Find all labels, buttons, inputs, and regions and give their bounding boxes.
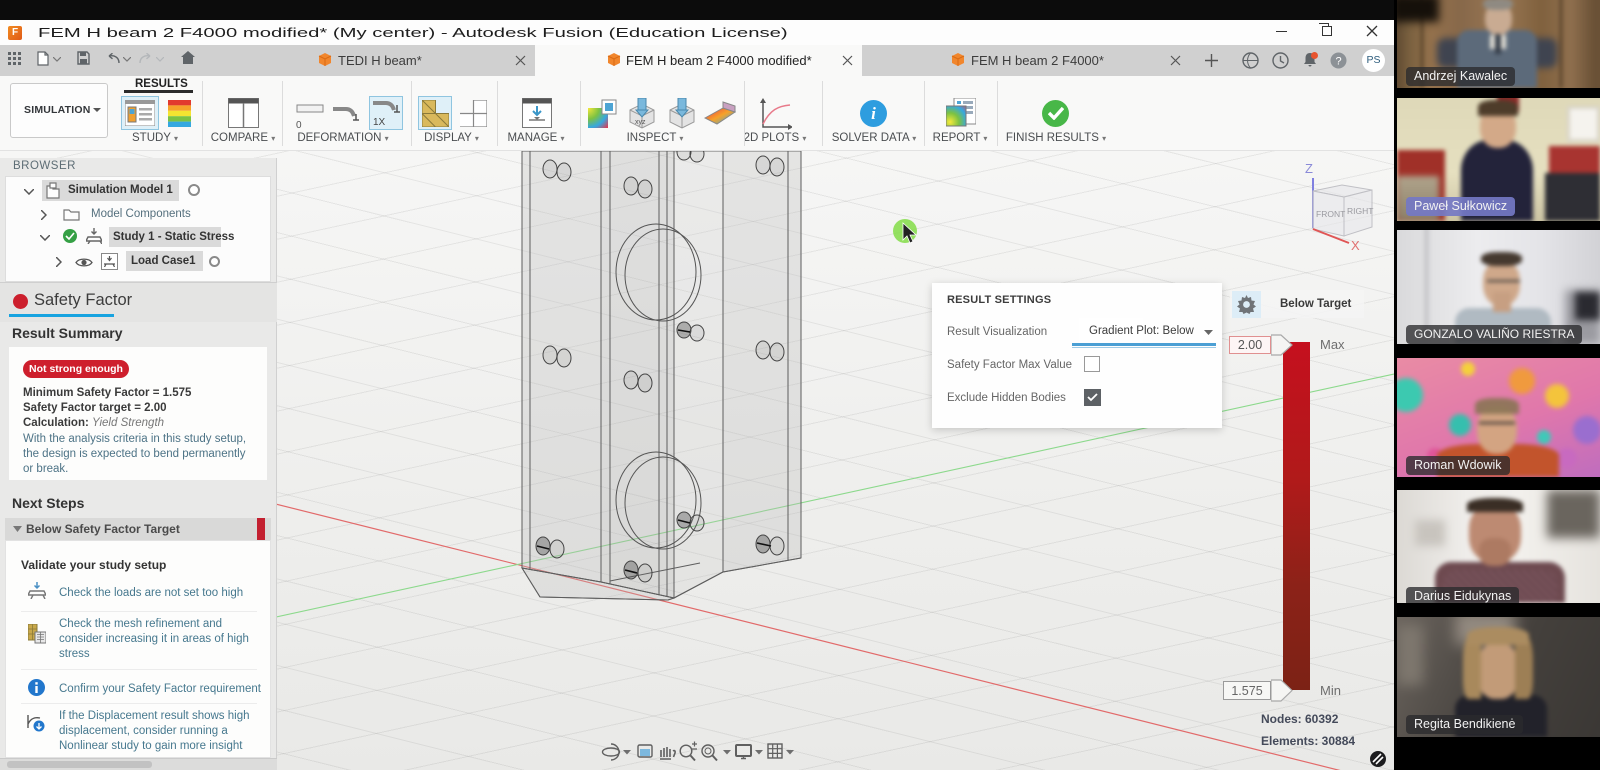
svg-text:RIGHT: RIGHT xyxy=(1347,206,1373,216)
svg-text:Z: Z xyxy=(1305,161,1313,176)
svg-text:X: X xyxy=(1351,238,1360,253)
svg-text:xyz: xyz xyxy=(635,119,646,126)
svg-text:0: 0 xyxy=(296,120,302,130)
svg-text:1X: 1X xyxy=(373,117,386,127)
svg-text:FRONT: FRONT xyxy=(1316,209,1345,219)
svg-text:?: ? xyxy=(1335,56,1341,68)
